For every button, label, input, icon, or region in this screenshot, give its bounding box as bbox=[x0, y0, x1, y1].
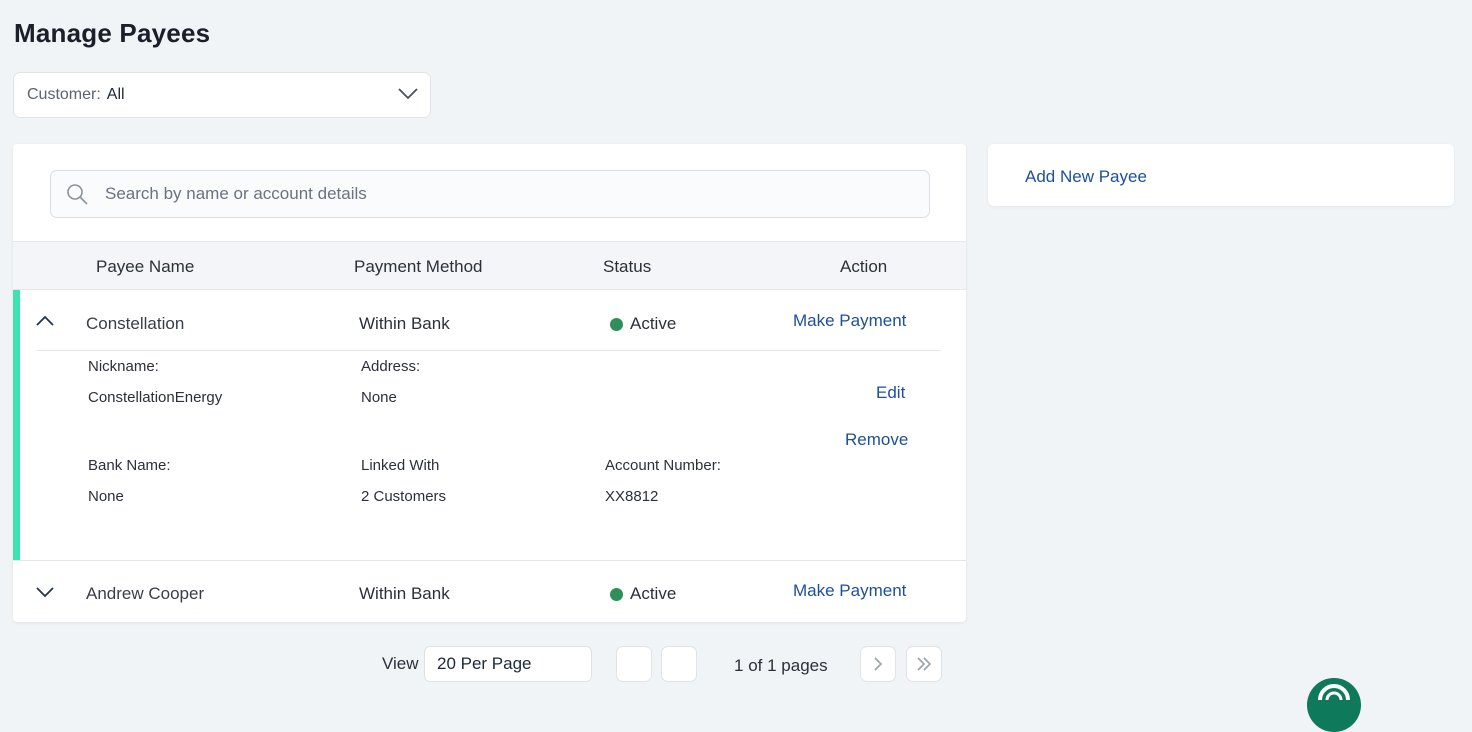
customer-filter-value: All bbox=[106, 86, 125, 103]
account-number-value: XX8812 bbox=[605, 488, 659, 505]
header-action: Action bbox=[840, 257, 888, 276]
header-payment-method: Payment Method bbox=[354, 257, 483, 276]
table-row: Constellation Within Bank Active Make Pa… bbox=[13, 290, 966, 350]
assistant-logo-icon bbox=[1317, 684, 1351, 732]
status-badge: Active bbox=[610, 314, 676, 334]
collapse-chevron-up-icon[interactable] bbox=[35, 314, 55, 327]
linked-with-value: 2 Customers bbox=[361, 488, 447, 505]
add-new-payee-link[interactable]: Add New Payee bbox=[1025, 167, 1147, 187]
per-page-select[interactable]: 20 Per Page bbox=[424, 646, 592, 682]
chat-assistant-button[interactable] bbox=[1307, 678, 1361, 732]
header-status: Status bbox=[603, 257, 652, 276]
previous-page-button[interactable] bbox=[661, 646, 697, 682]
search-icon bbox=[65, 182, 89, 206]
remove-payee-link[interactable]: Remove bbox=[845, 430, 908, 450]
search-box bbox=[50, 170, 930, 218]
chevron-right-icon bbox=[873, 657, 883, 671]
payment-method: Within Bank bbox=[359, 584, 450, 603]
make-payment-link[interactable]: Make Payment bbox=[793, 581, 906, 601]
status-text: Active bbox=[630, 314, 677, 333]
edit-payee-link[interactable]: Edit bbox=[876, 383, 905, 403]
address-label: Address: bbox=[361, 358, 421, 375]
status-dot-icon bbox=[610, 587, 623, 601]
address-value: None bbox=[361, 389, 397, 406]
bank-name-value: None bbox=[88, 488, 124, 505]
status-badge: Active bbox=[610, 584, 676, 604]
linked-with-label: Linked With bbox=[361, 457, 440, 474]
account-number-label: Account Number: bbox=[605, 457, 721, 474]
current-page: 1 bbox=[734, 656, 744, 675]
last-page-button[interactable] bbox=[906, 646, 942, 682]
table-row: Andrew Cooper Within Bank Active Make Pa… bbox=[13, 560, 966, 620]
bank-name-label: Bank Name: bbox=[88, 457, 171, 474]
table-row-expanded: Constellation Within Bank Active Make Pa… bbox=[13, 290, 966, 561]
status-text: Active bbox=[630, 584, 677, 603]
first-page-button[interactable] bbox=[616, 646, 652, 682]
page-info: 1 of 1 pages bbox=[734, 656, 828, 676]
nickname-value: ConstellationEnergy bbox=[88, 389, 223, 406]
page-title: Manage Payees bbox=[14, 18, 211, 48]
header-payee-name: Payee Name bbox=[96, 257, 195, 276]
status-dot-icon bbox=[610, 317, 623, 331]
side-actions-card: Add New Payee bbox=[988, 144, 1454, 206]
expand-chevron-down-icon[interactable] bbox=[35, 586, 55, 599]
nickname-label: Nickname: bbox=[88, 358, 159, 375]
customer-filter-label: Customer: bbox=[27, 86, 101, 103]
payment-method: Within Bank bbox=[359, 314, 450, 333]
double-chevron-right-icon bbox=[916, 657, 932, 671]
payee-name: Andrew Cooper bbox=[86, 584, 205, 603]
customer-filter-select[interactable]: Customer: All bbox=[13, 72, 431, 118]
make-payment-link[interactable]: Make Payment bbox=[793, 311, 906, 331]
search-input[interactable] bbox=[103, 183, 887, 205]
pagination-view-label: View bbox=[382, 654, 419, 673]
page-total-text: of 1 pages bbox=[748, 656, 828, 675]
payees-card: Payee Name Payment Method Status Action … bbox=[13, 144, 966, 622]
chevron-down-icon bbox=[398, 87, 418, 106]
next-page-button[interactable] bbox=[860, 646, 896, 682]
table-header: Payee Name Payment Method Status Action bbox=[13, 241, 966, 290]
row-divider bbox=[37, 350, 941, 351]
payee-name: Constellation bbox=[86, 314, 185, 333]
